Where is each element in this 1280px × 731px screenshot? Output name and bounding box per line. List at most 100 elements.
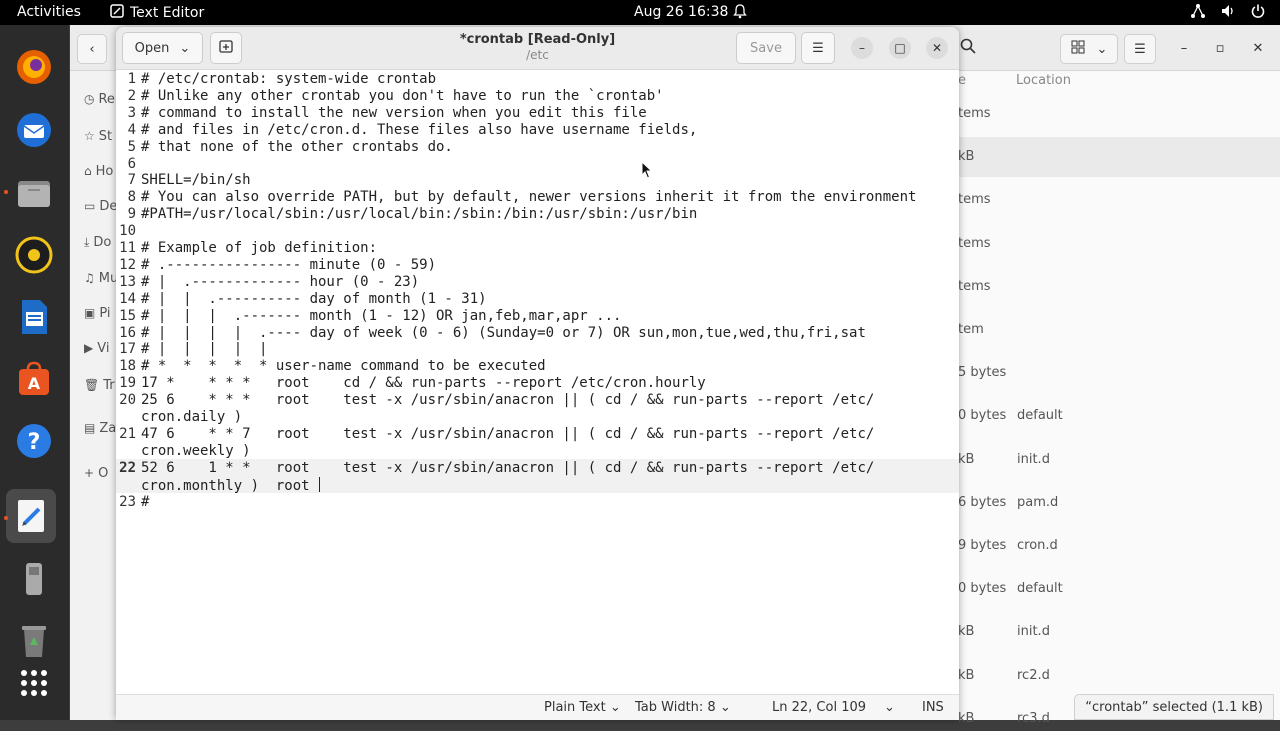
line-number: 19 [119,375,136,392]
file-size: tems [958,235,991,251]
firefox-icon[interactable] [12,45,56,89]
save-button[interactable]: Save [736,32,796,64]
sidebar-item-label: Re [98,91,115,107]
plus-icon: + [84,466,95,480]
code-line: 47 6 * * 7 root test -x /usr/sbin/anacro… [141,425,875,442]
code-line: # Example of job definition: [141,240,378,256]
file-row[interactable]: kB rc2.d [958,668,1280,688]
file-row[interactable]: 9 bytes cron.d [958,538,1280,558]
help-icon[interactable]: ? [12,419,56,463]
line-number: 4 [127,121,136,138]
sidebar-item[interactable]: ☆ St [84,126,118,146]
code-line: # .---------------- minute (0 - 59) [141,256,437,273]
app-menu[interactable]: Text Editor [110,4,204,22]
activities-button[interactable]: Activities [17,4,81,20]
running-indicator [4,516,8,520]
files-icon[interactable] [12,171,56,215]
code-line: # You can also override PATH, but by def… [141,189,917,206]
file-row[interactable]: tems [958,236,1280,256]
code-line: 25 6 * * * root test -x /usr/sbin/anacro… [141,392,875,409]
file-row[interactable]: 0 bytes default [958,408,1280,428]
code-line: # | | | | .---- day of week (0 - 6) (Sun… [141,324,866,341]
clock[interactable]: Aug 26 16:38 [634,4,728,20]
file-row[interactable]: 0 bytes default [958,581,1280,601]
file-row[interactable]: tems [958,192,1280,212]
sidebar-item-label: Do [93,234,112,250]
file-row[interactable]: 6 bytes pam.d [958,495,1280,515]
sidebar-item[interactable]: ⌂ Ho [84,161,118,181]
top-bar: Activities Text Editor Aug 26 16:38 [0,0,1280,25]
code-line: 52 6 1 * * root test -x /usr/sbin/anacro… [141,459,875,476]
code-line-wrapped: cron.daily ) [141,409,242,425]
line-number: 3 [127,104,136,121]
text-editor-dock-icon[interactable] [6,489,56,543]
rhythmbox-icon[interactable] [12,233,56,277]
back-button[interactable]: ‹ [77,34,107,64]
view-toggle-button[interactable]: ⌄ [1060,34,1118,64]
sidebar-item[interactable]: 🗑 Tr [84,375,118,395]
libreoffice-writer-icon[interactable] [12,295,56,339]
file-row[interactable]: kB [958,149,1280,169]
file-size: 5 bytes [958,365,1007,381]
code-line: # | .------------- hour (0 - 23) [141,273,420,290]
wrapped-text: cron.weekly ) [141,442,251,459]
line-number: 23 [119,493,136,510]
file-row[interactable]: kB init.d [958,452,1280,472]
file-row[interactable]: tem [958,322,1280,342]
cursor-position[interactable]: Ln 22, Col 109 [772,700,866,715]
file-row[interactable]: kB init.d [958,624,1280,644]
location-column-header[interactable]: Location [1016,73,1071,88]
line-number: 16 [119,324,136,341]
star-icon: ☆ [84,129,95,143]
close-button[interactable]: ✕ [926,37,948,59]
app-center-icon[interactable]: A [12,357,56,401]
maximize-button[interactable]: □ [889,37,911,59]
insert-mode[interactable]: INS [922,700,944,715]
sidebar-item[interactable]: ▤ Za [84,418,118,438]
sidebar-item[interactable]: ▭ De [84,196,118,216]
position-menu-chevron[interactable]: ⌄ [884,700,895,715]
search-icon [960,38,976,58]
file-location: init.d [1017,451,1050,467]
file-row[interactable]: tems [958,106,1280,126]
app-name: Text Editor [130,5,205,21]
running-indicator [4,190,8,194]
system-tray[interactable] [1190,3,1266,23]
dock: A ? [0,25,69,720]
sidebar-item[interactable]: ⤓ Do [84,232,118,252]
file-row[interactable]: tems [958,279,1280,299]
file-size: kB [958,710,975,726]
line-number: 14 [119,290,136,307]
sidebar-item-label: O [98,465,109,481]
size-column-header[interactable]: e [958,73,966,88]
thunderbird-icon[interactable] [12,108,56,152]
line-number: 15 [119,307,136,324]
language-selector[interactable]: Plain Text ⌄ [544,700,621,715]
svg-text:?: ? [28,430,41,455]
sidebar-item-label: Ho [95,163,114,179]
tab-width-selector[interactable]: Tab Width: 8 ⌄ [635,700,731,715]
fm-minimize-button[interactable]: – [1172,34,1196,62]
usb-drive-icon[interactable] [12,557,56,601]
minimize-button[interactable]: – [851,37,873,59]
sidebar-item[interactable]: ♫ Mu [84,268,118,288]
download-icon: ⤓ [84,234,90,249]
bell-icon[interactable] [733,3,747,23]
file-location: default [1017,408,1063,424]
close-icon: ✕ [1252,40,1264,56]
file-row[interactable]: 5 bytes [958,365,1280,385]
sidebar-item[interactable]: ▣ Pi [84,303,118,323]
text-area[interactable]: 1 # /etc/crontab: system-wide crontab 2 # U… [116,70,959,694]
editor-menu-button[interactable]: ☰ [801,32,835,64]
trash-icon[interactable] [12,619,56,663]
sidebar-item[interactable]: + O [84,463,118,483]
fm-menu-button[interactable]: ☰ [1124,34,1156,64]
fm-close-button[interactable]: ✕ [1246,34,1270,62]
sidebar-item[interactable]: ▶ Vi [84,338,118,358]
show-apps-icon[interactable] [12,661,56,705]
maximize-icon: □ [894,41,906,55]
fm-maximize-button[interactable]: ▫ [1208,34,1232,62]
minimize-icon: – [1180,40,1188,56]
file-location: default [1017,581,1063,597]
sidebar-item[interactable]: ◷ Re [84,89,118,109]
